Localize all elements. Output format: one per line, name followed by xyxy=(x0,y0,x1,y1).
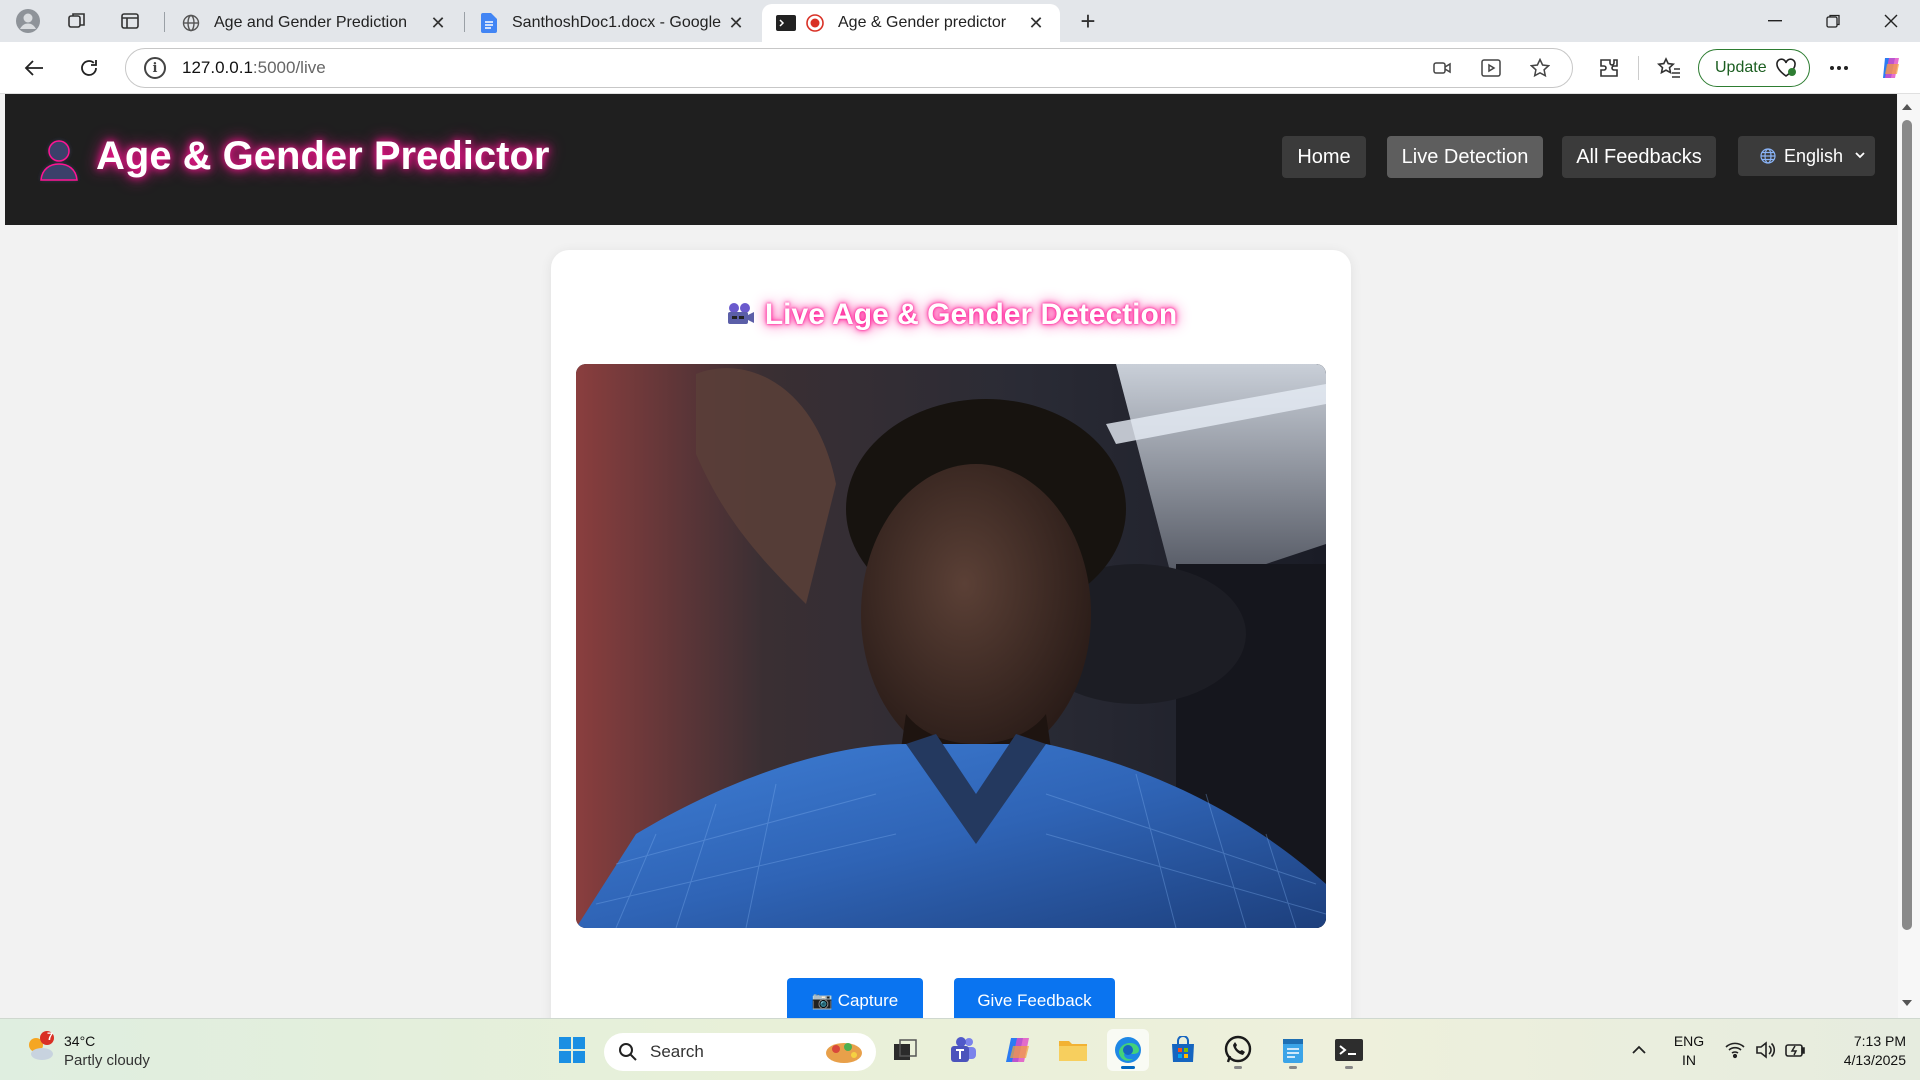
site-header: Age & Gender Predictor Home Live Detecti… xyxy=(5,94,1897,225)
tab-age-gender-predictor[interactable]: Age & Gender predictor ✕ xyxy=(762,4,1060,42)
input-language-line1[interactable]: ENG xyxy=(1664,1033,1714,1049)
tab-title: Age and Gender Prediction xyxy=(214,14,408,31)
scroll-up-arrow-icon[interactable] xyxy=(1900,100,1914,114)
browser-tab-strip: Age and Gender Prediction ✕ SanthoshDoc1… xyxy=(0,0,1920,42)
site-info-icon[interactable]: i xyxy=(144,57,166,79)
wifi-icon[interactable] xyxy=(1724,1039,1746,1061)
battery-charging-icon[interactable] xyxy=(1784,1039,1806,1061)
scroll-down-arrow-icon[interactable] xyxy=(1900,996,1914,1010)
update-label: Update xyxy=(1715,59,1767,76)
globe-icon xyxy=(1760,148,1776,164)
tab-title: Age & Gender predictor xyxy=(838,14,1007,31)
extensions-icon[interactable] xyxy=(1590,50,1628,86)
nav-all-feedbacks-button[interactable]: All Feedbacks xyxy=(1562,136,1716,178)
webcam-frame xyxy=(576,364,1326,928)
scrollbar-thumb[interactable] xyxy=(1902,120,1912,930)
capture-button[interactable]: 📷 Capture xyxy=(787,978,923,1018)
favorite-star-icon[interactable] xyxy=(1522,49,1558,87)
active-app-indicator xyxy=(1121,1066,1135,1069)
browser-toolbar: i 127.0.0.1:5000/live Update xyxy=(0,42,1920,94)
give-feedback-button[interactable]: Give Feedback xyxy=(954,978,1115,1018)
whatsapp-icon[interactable] xyxy=(1217,1029,1259,1071)
url-path: :5000/live xyxy=(252,58,326,77)
url-text: 127.0.0.1:5000/live xyxy=(182,58,326,78)
chevron-down-icon xyxy=(1855,152,1865,159)
webcam-video-feed xyxy=(576,364,1326,928)
weather-alert-badge: 7 xyxy=(46,1031,54,1043)
tab-google-doc[interactable]: SanthoshDoc1.docx - Google Doc ✕ xyxy=(466,4,760,42)
profile-icon[interactable] xyxy=(8,6,48,36)
search-placeholder: Search xyxy=(650,1042,704,1061)
minimize-icon[interactable] xyxy=(1746,0,1804,42)
terminal-favicon-icon xyxy=(776,14,796,32)
page-title: Live Age & Gender Detection xyxy=(551,298,1351,332)
notepad-icon[interactable] xyxy=(1272,1029,1314,1071)
favorites-icon[interactable] xyxy=(1650,50,1688,86)
user-silhouette-icon xyxy=(40,140,78,181)
search-highlight-image xyxy=(826,1043,862,1063)
file-explorer-icon[interactable] xyxy=(1052,1029,1094,1071)
update-button[interactable]: Update xyxy=(1698,49,1810,87)
open-app-indicator xyxy=(1234,1066,1242,1069)
health-heart-icon xyxy=(1776,58,1796,77)
language-select[interactable]: English xyxy=(1738,136,1875,176)
globe-favicon-icon xyxy=(182,14,200,32)
address-bar[interactable]: i 127.0.0.1:5000/live xyxy=(125,48,1573,88)
more-options-icon[interactable] xyxy=(1820,50,1858,86)
terminal-icon[interactable] xyxy=(1328,1029,1370,1071)
close-tab-icon[interactable]: ✕ xyxy=(1026,13,1046,34)
clock-date[interactable]: 4/13/2025 xyxy=(1820,1052,1906,1068)
recording-icon xyxy=(806,14,824,32)
tab-actions-icon[interactable] xyxy=(110,6,150,36)
task-view-icon[interactable] xyxy=(884,1029,926,1071)
close-tab-icon[interactable]: ✕ xyxy=(428,13,448,34)
close-window-icon[interactable] xyxy=(1862,0,1920,42)
tab-age-gender-prediction[interactable]: Age and Gender Prediction ✕ xyxy=(168,4,462,42)
open-app-indicator xyxy=(1345,1066,1353,1069)
tab-separator xyxy=(164,12,165,32)
live-detection-card: Live Age & Gender Detection 📷 Capture Gi… xyxy=(551,250,1351,1018)
tab-separator xyxy=(464,12,465,32)
toolbar-divider xyxy=(1638,56,1639,80)
camera-in-use-icon[interactable] xyxy=(1424,49,1460,87)
taskbar-search-box[interactable]: Search xyxy=(604,1033,876,1071)
input-language-line2[interactable]: IN xyxy=(1664,1052,1714,1068)
copilot-app-icon[interactable] xyxy=(997,1029,1039,1071)
show-hidden-icons-chevron-icon[interactable] xyxy=(1630,1041,1648,1059)
google-docs-icon xyxy=(480,13,498,33)
teams-icon[interactable] xyxy=(941,1029,983,1071)
open-app-indicator xyxy=(1289,1066,1297,1069)
brand-title: Age & Gender Predictor xyxy=(96,134,550,178)
back-icon[interactable] xyxy=(15,50,53,86)
search-icon xyxy=(619,1043,637,1061)
clock-time[interactable]: 7:13 PM xyxy=(1820,1033,1906,1049)
url-host: 127.0.0.1 xyxy=(182,58,253,77)
windows-taskbar: 7 34°C Partly cloudy Search ENG IN 7:13 … xyxy=(0,1018,1920,1080)
nav-home-button[interactable]: Home xyxy=(1282,136,1366,178)
workspaces-icon[interactable] xyxy=(57,6,97,36)
close-tab-icon[interactable]: ✕ xyxy=(726,13,746,34)
nav-live-detection-button[interactable]: Live Detection xyxy=(1387,136,1543,178)
weather-temperature[interactable]: 34°C xyxy=(64,1033,95,1049)
windows-start-icon[interactable] xyxy=(551,1029,593,1071)
language-selected: English xyxy=(1784,145,1844,166)
edge-browser-icon[interactable] xyxy=(1107,1029,1149,1071)
app-available-icon[interactable] xyxy=(1473,49,1509,87)
reload-icon[interactable] xyxy=(70,50,108,86)
volume-icon[interactable] xyxy=(1754,1039,1776,1061)
new-tab-icon[interactable]: + xyxy=(1068,6,1108,36)
page-title-text: Live Age & Gender Detection xyxy=(764,298,1178,331)
tab-title: SanthoshDoc1.docx - Google Doc xyxy=(512,14,726,31)
restore-icon[interactable] xyxy=(1804,0,1862,42)
microsoft-store-icon[interactable] xyxy=(1162,1029,1204,1071)
weather-description[interactable]: Partly cloudy xyxy=(64,1052,150,1069)
copilot-icon[interactable] xyxy=(1872,50,1910,86)
web-page: Age & Gender Predictor Home Live Detecti… xyxy=(0,94,1920,1018)
movie-camera-icon xyxy=(727,303,754,324)
